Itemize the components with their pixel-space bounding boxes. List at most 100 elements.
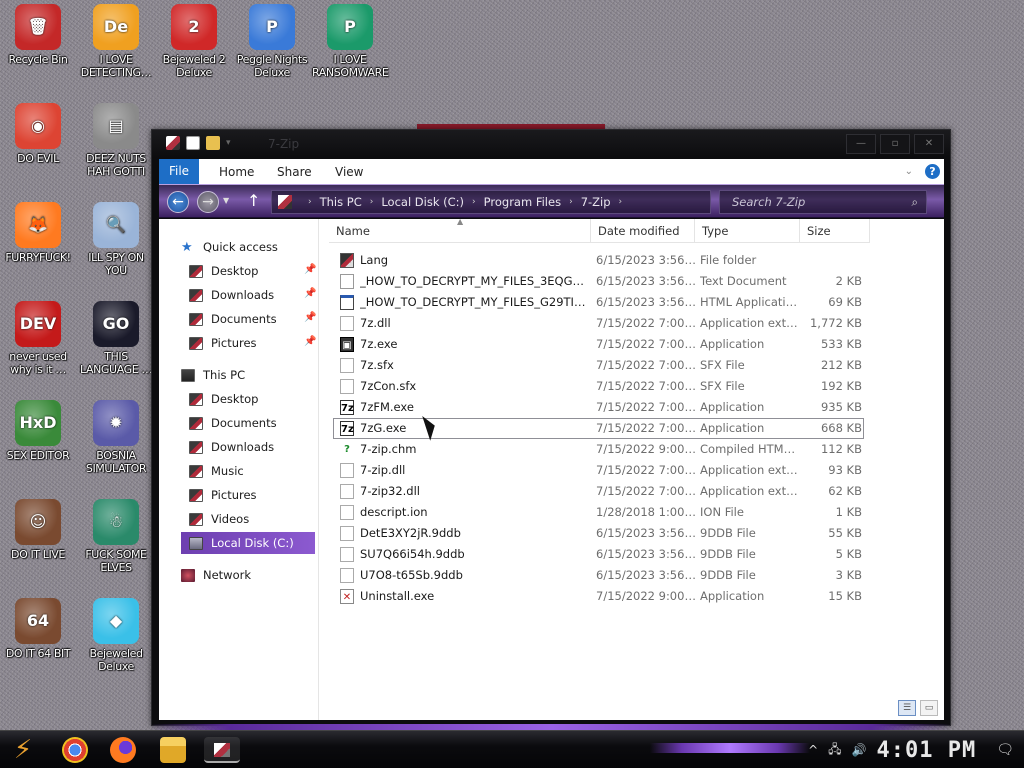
title-bar[interactable]: ▾ 7-Zip — ▫ ✕ — [152, 130, 950, 158]
nav-pc-downloads[interactable]: Downloads — [189, 436, 274, 458]
nav-network[interactable]: Network — [181, 564, 251, 586]
customize-toolbar-icon[interactable]: ▾ — [226, 138, 231, 148]
desktop-icon-label: Peggle Nights Deluxe — [236, 53, 308, 79]
chevron-right-icon[interactable]: › — [569, 197, 573, 207]
breadcrumb-this-pc[interactable]: This PC — [320, 195, 362, 209]
column-header-type[interactable]: Type — [695, 219, 800, 243]
desktop-icon[interactable]: GO THIS LANGUAGE … — [78, 297, 154, 376]
expand-ribbon-icon[interactable]: ⌄ — [905, 166, 913, 177]
pin-icon[interactable]: 📌 — [304, 312, 316, 323]
file-row[interactable]: ▣ 7z.exe 7/15/2022 7:00… Application 533 KB — [333, 334, 864, 355]
nav-this-pc[interactable]: This PC — [181, 364, 245, 386]
nav-qa-downloads[interactable]: Downloads 📌 — [189, 284, 319, 306]
desktop-icon[interactable]: P Peggle Nights Deluxe — [234, 0, 310, 79]
network-tray-icon[interactable]: 🖧 — [828, 740, 841, 761]
properties-icon[interactable] — [186, 136, 200, 150]
chrome-icon[interactable] — [62, 737, 88, 763]
file-row[interactable]: Lang 6/15/2023 3:56… File folder — [333, 250, 864, 271]
pin-icon[interactable]: 📌 — [304, 288, 316, 299]
desktop-icon[interactable]: 🗑 Recycle Bin — [0, 0, 76, 66]
breadcrumb-local-disk[interactable]: Local Disk (C:) — [381, 195, 464, 209]
tab-file[interactable]: File — [159, 159, 199, 184]
minimize-button[interactable]: — — [846, 134, 876, 154]
explorer-window-taskbar-button[interactable] — [204, 737, 240, 763]
desktop-icon[interactable]: P I LOVE RANSOMWARE — [312, 0, 389, 79]
search-input[interactable]: Search 7-Zip ⌕ — [719, 190, 927, 214]
back-button[interactable]: ← — [167, 191, 189, 213]
nav-pc-music[interactable]: Music — [189, 460, 244, 482]
breadcrumb-7zip[interactable]: 7-Zip — [581, 195, 611, 209]
nav-pc-documents[interactable]: Documents — [189, 412, 277, 434]
nav-pc-videos[interactable]: Videos — [189, 508, 249, 530]
clock[interactable]: 4:01 PM — [877, 738, 977, 763]
nav-qa-documents[interactable]: Documents 📌 — [189, 308, 319, 330]
file-row[interactable]: 7z.sfx 7/15/2022 7:00… SFX File 212 KB — [333, 355, 864, 376]
desktop-icon[interactable]: DEV never used why is it … — [0, 297, 76, 376]
close-button[interactable]: ✕ — [914, 134, 944, 154]
volume-icon[interactable]: 🔊 — [852, 743, 867, 757]
chevron-right-icon[interactable]: › — [619, 197, 623, 207]
file-row[interactable]: 7z 7zG.exe 7/15/2022 7:00… Application 668 K… — [333, 418, 864, 439]
desktop-icon[interactable]: HxD SEX EDITOR — [0, 396, 76, 462]
desktop-icon[interactable]: ☃ FUCK SOME ELVES — [78, 495, 154, 574]
file-row[interactable]: U7O8-t65Sb.9ddb 6/15/2023 3:56… 9DDB File 3… — [333, 565, 864, 586]
pin-icon[interactable]: 📌 — [304, 336, 316, 347]
file-row[interactable]: ✕ Uninstall.exe 7/15/2022 9:00… Application… — [333, 586, 864, 607]
details-view-icon[interactable]: ☰ — [898, 700, 916, 716]
chevron-right-icon[interactable]: › — [308, 197, 312, 207]
column-header-date[interactable]: Date modified — [591, 219, 695, 243]
column-header-size[interactable]: Size — [800, 219, 870, 243]
recent-locations-icon[interactable]: ▼ — [223, 196, 229, 205]
large-icons-view-icon[interactable]: ▭ — [920, 700, 938, 716]
file-row[interactable]: DetE3XY2jR.9ddb 6/15/2023 3:56… 9DDB File 5… — [333, 523, 864, 544]
tab-share[interactable]: Share — [257, 165, 315, 179]
file-row[interactable]: SU7Q66i54h.9ddb 6/15/2023 3:56… 9DDB File 5… — [333, 544, 864, 565]
notifications-icon[interactable]: 🗨 — [996, 742, 1014, 758]
file-row[interactable]: _HOW_TO_DECRYPT_MY_FILES_3EQG5VV2_… 6/15/… — [333, 271, 864, 292]
start-button[interactable]: ⚡ — [6, 735, 40, 765]
forward-button[interactable]: → — [197, 191, 219, 213]
nav-qa-desktop[interactable]: Desktop 📌 — [189, 260, 319, 282]
file-row[interactable]: descript.ion 1/28/2018 1:00… ION File 1 KB — [333, 502, 864, 523]
file-row[interactable]: 7z 7zFM.exe 7/15/2022 7:00… Application 935 … — [333, 397, 864, 418]
column-header-name[interactable]: ▲ Name — [329, 217, 591, 243]
breadcrumb-program-files[interactable]: Program Files — [484, 195, 561, 209]
nav-local-disk[interactable]: Local Disk (C:) — [181, 532, 315, 554]
maximize-button[interactable]: ▫ — [880, 134, 910, 154]
desktop-icon[interactable]: ◉ DO EVIL — [0, 99, 76, 165]
chevron-up-icon[interactable]: ^ — [808, 743, 818, 757]
desktop-icon[interactable]: 🔍 ILL SPY ON YOU — [78, 198, 154, 277]
file-row[interactable]: ? 7-zip.chm 7/15/2022 9:00… Compiled HTML …… — [333, 439, 864, 460]
file-row[interactable]: 7-zip.dll 7/15/2022 7:00… Application exte… — [333, 460, 864, 481]
desktop-icon[interactable]: ✹ BOSNIA SIMULATOR — [78, 396, 154, 475]
desktop-icon[interactable]: 64 DO IT 64 BIT — [0, 594, 76, 660]
desktop-icon[interactable]: ▤ DEEZ NUTS HAH GOTTI — [78, 99, 154, 178]
chevron-right-icon[interactable]: › — [370, 197, 374, 207]
nav-pc-pictures[interactable]: Pictures — [189, 484, 257, 506]
desktop-icon[interactable]: De I LOVE DETECTING… — [78, 0, 154, 79]
up-arrow-icon[interactable]: ↑ — [247, 191, 260, 210]
file-row[interactable]: 7-zip32.dll 7/15/2022 7:00… Application ex… — [333, 481, 864, 502]
tab-home[interactable]: Home — [199, 165, 257, 179]
tab-view[interactable]: View — [315, 165, 373, 179]
breadcrumb[interactable]: › This PC › Local Disk (C:) › Program Fi… — [271, 190, 711, 214]
location-icon — [278, 195, 292, 209]
chevron-right-icon[interactable]: › — [472, 197, 476, 207]
nav-quick-access[interactable]: ★ Quick access — [181, 236, 278, 258]
nav-qa-pictures[interactable]: Pictures 📌 — [189, 332, 319, 354]
new-folder-icon[interactable] — [206, 136, 220, 150]
pin-icon[interactable]: 📌 — [304, 264, 316, 275]
desktop-icon[interactable]: 2 Bejeweled 2 Deluxe — [156, 0, 232, 79]
navigation-pane[interactable]: ★ Quick access Desktop 📌 Downloads 📌 Doc… — [159, 219, 319, 720]
file-row[interactable]: _HOW_TO_DECRYPT_MY_FILES_G29TIJG5_… 6/15/… — [333, 292, 864, 313]
file-row[interactable]: 7z.dll 7/15/2022 7:00… Application exte… 1,… — [333, 313, 864, 334]
file-row[interactable]: 7zCon.sfx 7/15/2022 7:00… SFX File 192 KB — [333, 376, 864, 397]
firefox-icon[interactable] — [110, 737, 136, 763]
desktop-icon[interactable]: ☺ DO IT LIVE — [0, 495, 76, 561]
desktop-icon[interactable]: 🦊 FURRYFUCK! — [0, 198, 76, 264]
nav-pc-desktop[interactable]: Desktop — [189, 388, 258, 410]
desktop-icon[interactable]: ◆ Bejeweled Deluxe — [78, 594, 154, 673]
file-icon — [340, 568, 354, 583]
help-icon[interactable]: ? — [925, 164, 940, 179]
file-explorer-icon[interactable] — [160, 737, 186, 763]
